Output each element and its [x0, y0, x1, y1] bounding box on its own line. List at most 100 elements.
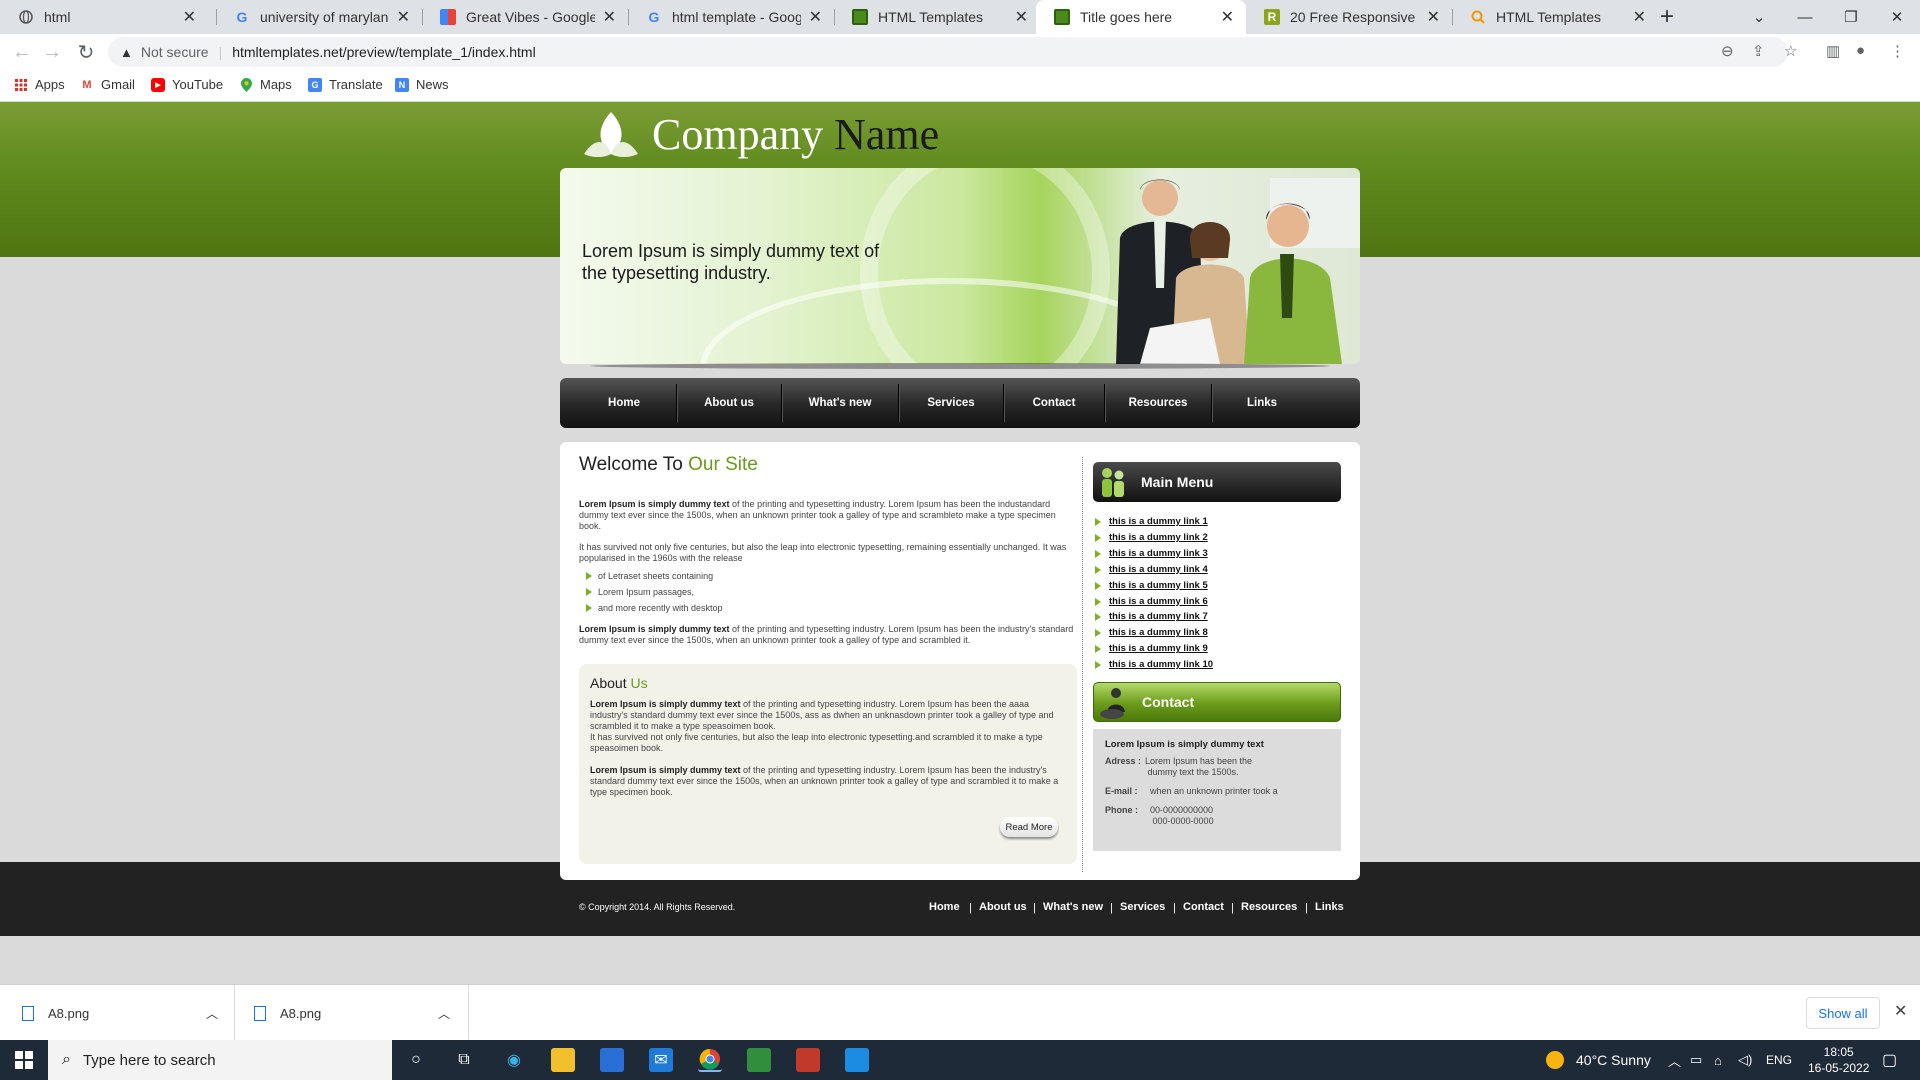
chevron-up-icon[interactable]: ︿ [1668, 1040, 1681, 1080]
footer-link-resources[interactable]: Resources [1241, 901, 1297, 913]
footer-link-contact[interactable]: Contact [1183, 901, 1224, 913]
menu-link-10[interactable]: this is a dummy link 10 [1093, 657, 1341, 673]
tab-university-of-maryland[interactable]: G university of maryland - Go ✕ [216, 0, 422, 34]
tab-html-templates[interactable]: HTML Templates ✕ [834, 0, 1040, 34]
tab-title: 20 Free Responsive Busine [1290, 9, 1419, 25]
close-tab-icon[interactable]: ✕ [1633, 7, 1646, 27]
windows-start-icon[interactable] [0, 1040, 48, 1080]
minimize-icon[interactable]: — [1782, 0, 1828, 34]
tab-html-template-search[interactable]: G html template - Google Se ✕ [628, 0, 834, 34]
footer-link-home[interactable]: Home [929, 901, 960, 913]
download-item[interactable]: A8.png ︿ [254, 985, 454, 1041]
nav-links[interactable]: Links [1212, 378, 1312, 428]
tab-html-templates-2[interactable]: HTML Templates ✕ [1452, 0, 1658, 34]
task-view-icon[interactable]: ⧉ [452, 1048, 476, 1072]
network-icon[interactable]: ▭ [1690, 1040, 1702, 1080]
menu-link-9[interactable]: this is a dummy link 9 [1093, 641, 1341, 657]
menu-link-2[interactable]: this is a dummy link 2 [1093, 530, 1341, 546]
reload-icon[interactable]: ↻ [72, 38, 100, 66]
close-tab-icon[interactable]: ✕ [183, 7, 196, 27]
store-icon[interactable] [600, 1048, 624, 1072]
profile-avatar-icon[interactable]: ● [1856, 42, 1865, 59]
menu-link-8[interactable]: this is a dummy link 8 [1093, 625, 1341, 641]
clock[interactable]: 18:05 16-05-2022 [1808, 1040, 1869, 1080]
nav-contact[interactable]: Contact [1004, 378, 1104, 428]
footer-link-services[interactable]: Services [1120, 901, 1165, 913]
menu-link-4[interactable]: this is a dummy link 4 [1093, 562, 1341, 578]
translate-icon: G [308, 77, 322, 92]
taskbar-search[interactable]: ⌕ Type here to search [48, 1040, 392, 1080]
bookmark-youtube[interactable]: ▶ YouTube [151, 77, 223, 92]
close-tab-icon[interactable]: ✕ [1427, 7, 1440, 27]
weather-widget[interactable]: 40°C Sunny [1546, 1040, 1651, 1080]
phone-row: Phone : 00-0000000000 000-0000-0000 [1105, 805, 1214, 827]
tab-html[interactable]: html ✕ [0, 0, 208, 34]
nav-home[interactable]: Home [572, 378, 676, 428]
footer-link-about-us[interactable]: About us [979, 901, 1027, 913]
wifi-icon[interactable]: ⌂ [1714, 1040, 1722, 1080]
address-bar[interactable]: ▲ Not secure | htmltemplates.net/preview… [108, 37, 1788, 67]
close-tab-icon[interactable]: ✕ [1015, 7, 1028, 27]
back-arrow-icon[interactable]: ← [8, 38, 36, 66]
download-item[interactable]: A8.png ︿ [22, 985, 222, 1041]
read-more-button[interactable]: Read More [1000, 817, 1058, 837]
tab-title-goes-here[interactable]: Title goes here ✕ [1036, 0, 1246, 34]
footer-link-whats-new[interactable]: What's new [1043, 901, 1103, 913]
sun-icon [1546, 1051, 1564, 1069]
notification-icon[interactable]: ▢ [1882, 1040, 1897, 1080]
forward-arrow-icon[interactable]: → [38, 38, 66, 66]
tab-title: university of maryland - Go [260, 9, 389, 25]
about-paragraph: Lorem Ipsum is simply dummy text of the … [590, 699, 1054, 753]
bookmark-apps[interactable]: Apps [14, 77, 65, 92]
zoom-icon[interactable]: ⊖ [1721, 42, 1734, 60]
side-panel-icon[interactable]: ▥ [1826, 42, 1840, 60]
menu-link-3[interactable]: this is a dummy link 3 [1093, 546, 1341, 562]
photos-icon[interactable] [845, 1048, 869, 1072]
close-window-icon[interactable]: ✕ [1874, 0, 1920, 34]
company-logo[interactable]: Company Name [580, 108, 939, 160]
email-row: E-mail : when an unknown printer took a [1105, 786, 1278, 797]
paint-app-icon[interactable] [796, 1048, 820, 1072]
menu-link-7[interactable]: this is a dummy link 7 [1093, 609, 1341, 625]
close-tab-icon[interactable]: ✕ [397, 7, 410, 27]
nav-resources[interactable]: Resources [1105, 378, 1211, 428]
volume-icon[interactable]: ◁) [1738, 1040, 1752, 1080]
close-downloads-icon[interactable]: ✕ [1894, 1001, 1907, 1021]
new-tab-icon[interactable]: + [1660, 3, 1674, 31]
tab-search-chevron-icon[interactable]: ⌄ [1736, 0, 1782, 34]
file-explorer-icon[interactable] [551, 1048, 575, 1072]
restore-icon[interactable]: ❐ [1828, 0, 1874, 34]
menu-link-5[interactable]: this is a dummy link 5 [1093, 578, 1341, 594]
menu-link-6[interactable]: this is a dummy link 6 [1093, 594, 1341, 610]
welcome-heading: Welcome To Our Site [579, 454, 758, 475]
close-tab-icon[interactable]: ✕ [603, 7, 616, 27]
menu-kebab-icon[interactable]: ⋮ [1890, 42, 1905, 60]
nav-services[interactable]: Services [899, 378, 1003, 428]
bookmark-gmail[interactable]: M Gmail [80, 77, 135, 92]
mail-icon[interactable]: ✉ [649, 1048, 673, 1072]
notepad-plus-icon[interactable] [747, 1048, 771, 1072]
footer-link-links[interactable]: Links [1315, 901, 1344, 913]
language-indicator[interactable]: ENG [1766, 1040, 1792, 1080]
chevron-up-icon[interactable]: ︿ [438, 1005, 450, 1022]
bookmark-translate[interactable]: G Translate [308, 77, 383, 92]
menu-link-1[interactable]: this is a dummy link 1 [1093, 514, 1341, 530]
news-icon: N [395, 77, 409, 92]
tab-great-vibes[interactable]: Great Vibes - Google Fonts ✕ [422, 0, 628, 34]
nav-whats-new[interactable]: What's new [782, 378, 898, 428]
tab-responsive-business[interactable]: R 20 Free Responsive Busine ✕ [1246, 0, 1452, 34]
cortana-icon[interactable]: ○ [404, 1048, 428, 1072]
maps-pin-icon [239, 77, 253, 92]
close-tab-icon[interactable]: ✕ [809, 7, 822, 27]
share-icon[interactable]: ⇪ [1752, 42, 1765, 60]
security-label: Not secure [140, 44, 209, 60]
bookmark-star-icon[interactable]: ☆ [1784, 42, 1797, 60]
close-tab-icon[interactable]: ✕ [1221, 7, 1234, 27]
chrome-icon[interactable] [698, 1048, 722, 1072]
edge-icon[interactable]: ◉ [502, 1048, 526, 1072]
bookmark-news[interactable]: N News [395, 77, 449, 92]
chevron-up-icon[interactable]: ︿ [206, 1005, 218, 1022]
nav-about-us[interactable]: About us [677, 378, 781, 428]
show-all-button[interactable]: Show all [1806, 997, 1880, 1029]
bookmark-maps[interactable]: Maps [239, 77, 292, 92]
